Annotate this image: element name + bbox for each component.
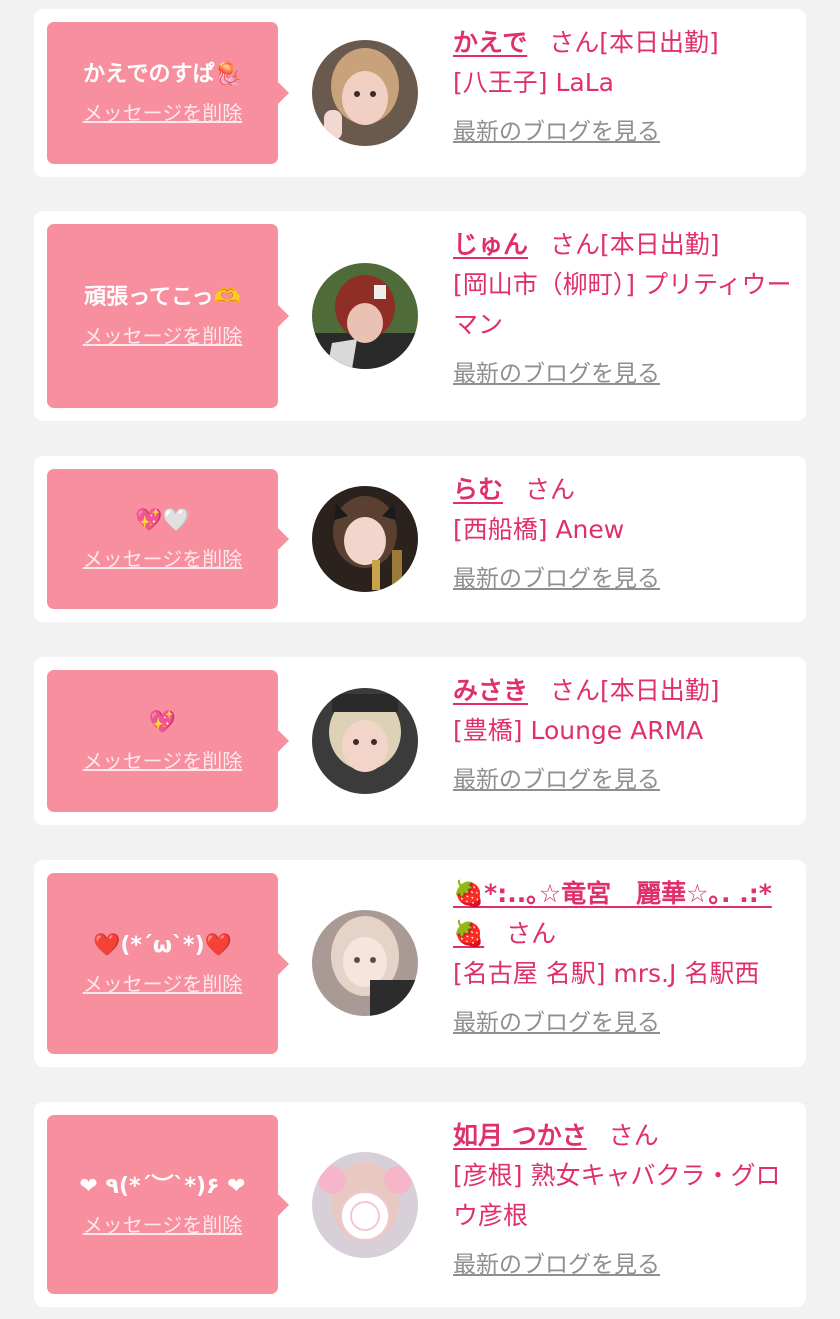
girl-info: みさき さん[本日出勤] [豊橋] Lounge ARMA 最新のブログを見る xyxy=(453,671,793,795)
delete-message-link[interactable]: メッセージを削除 xyxy=(83,100,243,126)
shop-info: [彦根] 熟女キャバクラ・グロウ彦根 xyxy=(453,1161,781,1230)
favorite-card: 頑張ってこっ🫶 メッセージを削除 じゅん さん[本日出勤] [岡山市（柳町）] プ… xyxy=(34,211,806,421)
avatar[interactable] xyxy=(312,40,418,146)
favorite-card: かえでのすぱ🪼 メッセージを削除 かえで さん[本日出勤] [八王子] LaLa … xyxy=(34,9,806,177)
message-bubble: ❤️(*´ω`*)❤️ メッセージを削除 xyxy=(47,873,289,1054)
girl-name-link[interactable]: らむ xyxy=(453,475,503,504)
name-line: じゅん さん[本日出勤] xyxy=(453,225,793,265)
girl-info: じゅん さん[本日出勤] [岡山市（柳町）] プリティウーマン 最新のブログを見る xyxy=(453,225,793,389)
latest-blog-link[interactable]: 最新のブログを見る xyxy=(453,359,660,389)
message-bubble: 頑張ってこっ🫶 メッセージを削除 xyxy=(47,224,289,408)
shop-info: [名古屋 名駅] mrs.J 名駅西 xyxy=(453,959,760,988)
latest-blog-link[interactable]: 最新のブログを見る xyxy=(453,1008,660,1038)
girl-info: かえで さん[本日出勤] [八王子] LaLa 最新のブログを見る xyxy=(453,23,793,147)
delete-message-link[interactable]: メッセージを削除 xyxy=(83,546,243,572)
message-bubble: 💖🤍 メッセージを削除 xyxy=(47,469,289,609)
honorific: さん xyxy=(549,28,600,57)
shop-info: [岡山市（柳町）] プリティウーマン xyxy=(453,270,792,339)
attendance-status: [本日出勤] xyxy=(600,230,720,259)
honorific: さん xyxy=(550,676,601,705)
message-text: ❤ ٩(*´︶`*)۶ ❤ xyxy=(79,1173,246,1199)
girl-name-link[interactable]: かえで xyxy=(453,28,527,57)
favorite-card: 💖🤍 メッセージを削除 らむ さん [西船橋] Anew 最新のブログを見る xyxy=(34,456,806,622)
delete-message-link[interactable]: メッセージを削除 xyxy=(83,1212,243,1238)
message-bubble: 💖 メッセージを削除 xyxy=(47,670,289,812)
name-line: らむ さん xyxy=(453,470,793,510)
girl-name-link[interactable]: みさき xyxy=(453,676,528,705)
message-bubble: ❤ ٩(*´︶`*)۶ ❤ メッセージを削除 xyxy=(47,1115,289,1294)
avatar[interactable] xyxy=(312,263,418,369)
delete-message-link[interactable]: メッセージを削除 xyxy=(83,748,243,774)
name-line: 🍓*:..｡☆竜宮 麗華☆｡. .:*🍓 さん xyxy=(453,874,793,954)
avatar[interactable] xyxy=(312,910,418,1016)
avatar[interactable] xyxy=(312,486,418,592)
girl-info: らむ さん [西船橋] Anew 最新のブログを見る xyxy=(453,470,793,594)
avatar[interactable] xyxy=(312,688,418,794)
name-line: 如月 つかさ さん xyxy=(453,1116,793,1156)
honorific: さん xyxy=(506,919,557,948)
girl-name-link[interactable]: じゅん xyxy=(453,230,528,259)
latest-blog-link[interactable]: 最新のブログを見る xyxy=(453,765,660,795)
message-text: 💖🤍 xyxy=(135,508,190,533)
attendance-status: [本日出勤] xyxy=(600,676,720,705)
honorific: さん xyxy=(608,1121,659,1150)
attendance-status: [本日出勤] xyxy=(599,28,719,57)
favorite-card: 💖 メッセージを削除 みさき さん[本日出勤] [豊橋] Lounge ARMA … xyxy=(34,657,806,825)
girl-name-link[interactable]: 🍓*:..｡☆竜宮 麗華☆｡. .:*🍓 xyxy=(453,879,772,948)
delete-message-link[interactable]: メッセージを削除 xyxy=(83,971,243,997)
message-text: 💖 xyxy=(148,710,177,735)
delete-message-link[interactable]: メッセージを削除 xyxy=(83,323,243,349)
shop-info: [豊橋] Lounge ARMA xyxy=(453,716,704,745)
name-line: かえで さん[本日出勤] xyxy=(453,23,793,63)
favorite-card: ❤ ٩(*´︶`*)۶ ❤ メッセージを削除 如月 つかさ さん [彦根] 熟女キ… xyxy=(34,1102,806,1307)
honorific: さん xyxy=(550,230,601,259)
message-text: ❤️(*´ω`*)❤️ xyxy=(92,932,233,958)
name-line: みさき さん[本日出勤] xyxy=(453,671,793,711)
shop-info: [西船橋] Anew xyxy=(453,515,625,544)
message-bubble: かえでのすぱ🪼 メッセージを削除 xyxy=(47,22,289,164)
latest-blog-link[interactable]: 最新のブログを見る xyxy=(453,1250,660,1280)
honorific: さん xyxy=(525,475,576,504)
message-text: 頑張ってこっ🫶 xyxy=(84,285,241,310)
girl-info: 如月 つかさ さん [彦根] 熟女キャバクラ・グロウ彦根 最新のブログを見る xyxy=(453,1116,793,1280)
latest-blog-link[interactable]: 最新のブログを見る xyxy=(453,564,660,594)
message-text: かえでのすぱ🪼 xyxy=(83,62,242,87)
girl-name-link[interactable]: 如月 つかさ xyxy=(453,1121,587,1150)
girl-info: 🍓*:..｡☆竜宮 麗華☆｡. .:*🍓 さん [名古屋 名駅] mrs.J 名駅… xyxy=(453,874,793,1038)
avatar[interactable] xyxy=(312,1152,418,1258)
latest-blog-link[interactable]: 最新のブログを見る xyxy=(453,117,660,147)
shop-info: [八王子] LaLa xyxy=(453,68,614,97)
favorite-card: ❤️(*´ω`*)❤️ メッセージを削除 🍓*:..｡☆竜宮 麗華☆｡. .:*… xyxy=(34,860,806,1067)
